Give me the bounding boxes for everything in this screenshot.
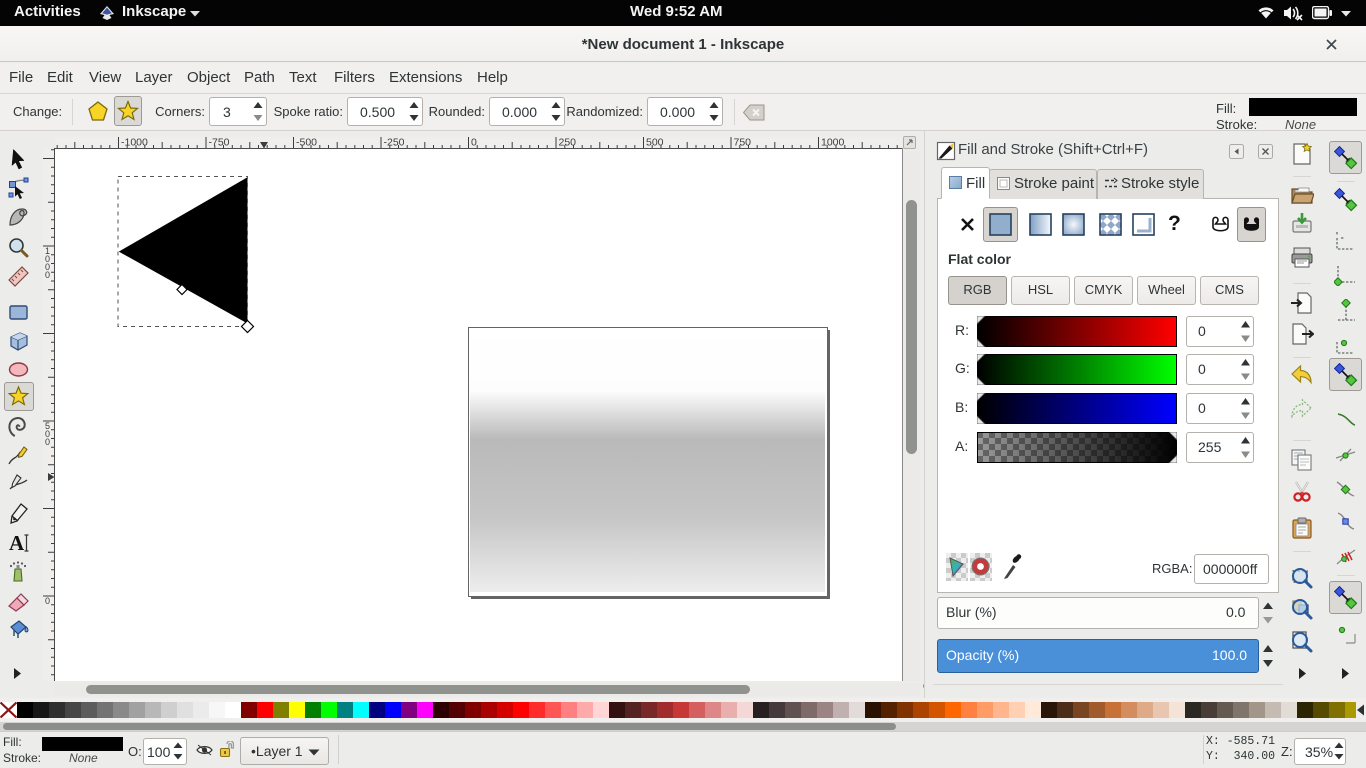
svg-text:500: 500 xyxy=(646,137,664,149)
svg-text:750: 750 xyxy=(734,137,752,149)
svg-text:0: 0 xyxy=(471,137,477,149)
svg-text:0: 0 xyxy=(45,437,50,447)
svg-text:0: 0 xyxy=(45,596,50,606)
svg-text:0: 0 xyxy=(45,270,50,280)
svg-text:-1000: -1000 xyxy=(121,137,148,149)
svg-text:A: A xyxy=(9,531,25,554)
svg-text:-500: -500 xyxy=(296,137,317,149)
svg-text:250: 250 xyxy=(559,137,577,149)
svg-text:-250: -250 xyxy=(384,137,405,149)
svg-text:-750: -750 xyxy=(209,137,230,149)
svg-text:1000: 1000 xyxy=(821,137,845,149)
